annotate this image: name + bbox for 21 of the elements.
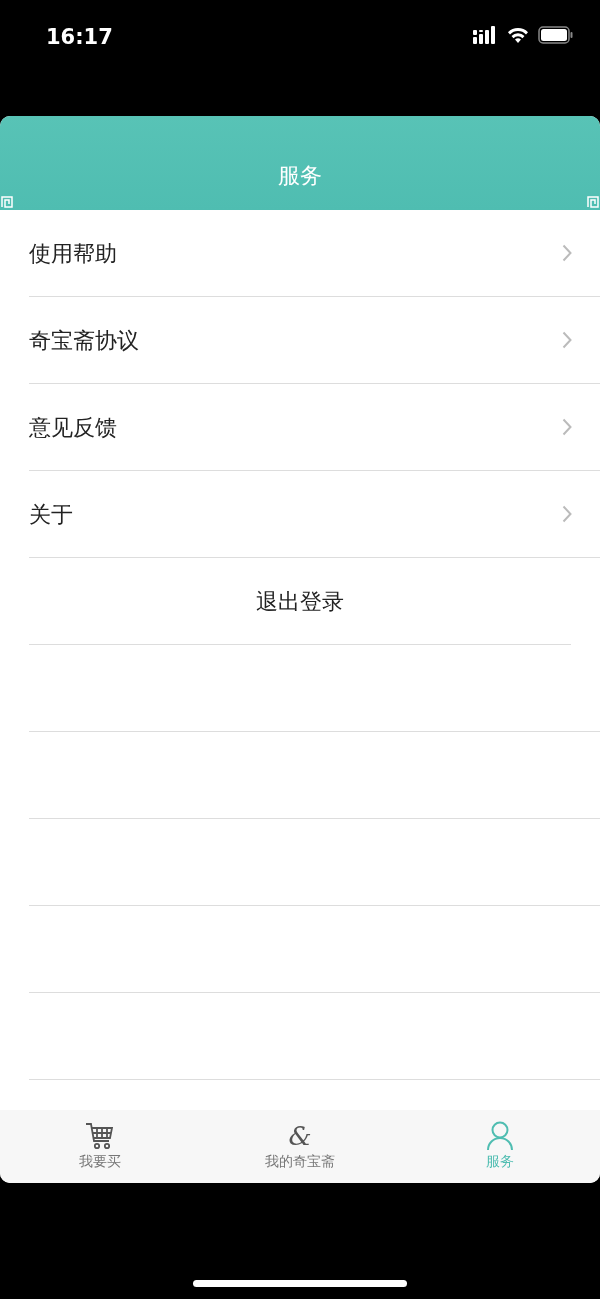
status-time: 16:17 (46, 24, 113, 51)
fret-icon (1, 196, 13, 208)
chevron-icon (562, 331, 572, 349)
menu-item[interactable]: 奇宝斋协议 (29, 323, 139, 357)
menu-item[interactable]: 意见反馈 (29, 410, 117, 444)
cart-icon (85, 1121, 115, 1151)
logout-button[interactable]: 退出登录 (256, 584, 344, 618)
chevron-icon (562, 505, 572, 523)
wifi-icon (506, 26, 530, 44)
ampersand-icon: & (288, 1121, 312, 1151)
chevron-icon (562, 244, 572, 262)
battery-icon (538, 26, 574, 44)
person-icon (486, 1121, 514, 1151)
tab[interactable]: 我要买 (0, 1120, 200, 1173)
menu-item[interactable]: 使用帮助 (29, 236, 117, 270)
chevron-icon (562, 418, 572, 436)
header-title: 服务 (278, 162, 322, 190)
signal-icon (473, 26, 498, 44)
tab[interactable]: & 我的奇宝斋 (200, 1120, 400, 1173)
fret-icon (587, 196, 599, 208)
menu-item[interactable]: 关于 (29, 497, 73, 531)
